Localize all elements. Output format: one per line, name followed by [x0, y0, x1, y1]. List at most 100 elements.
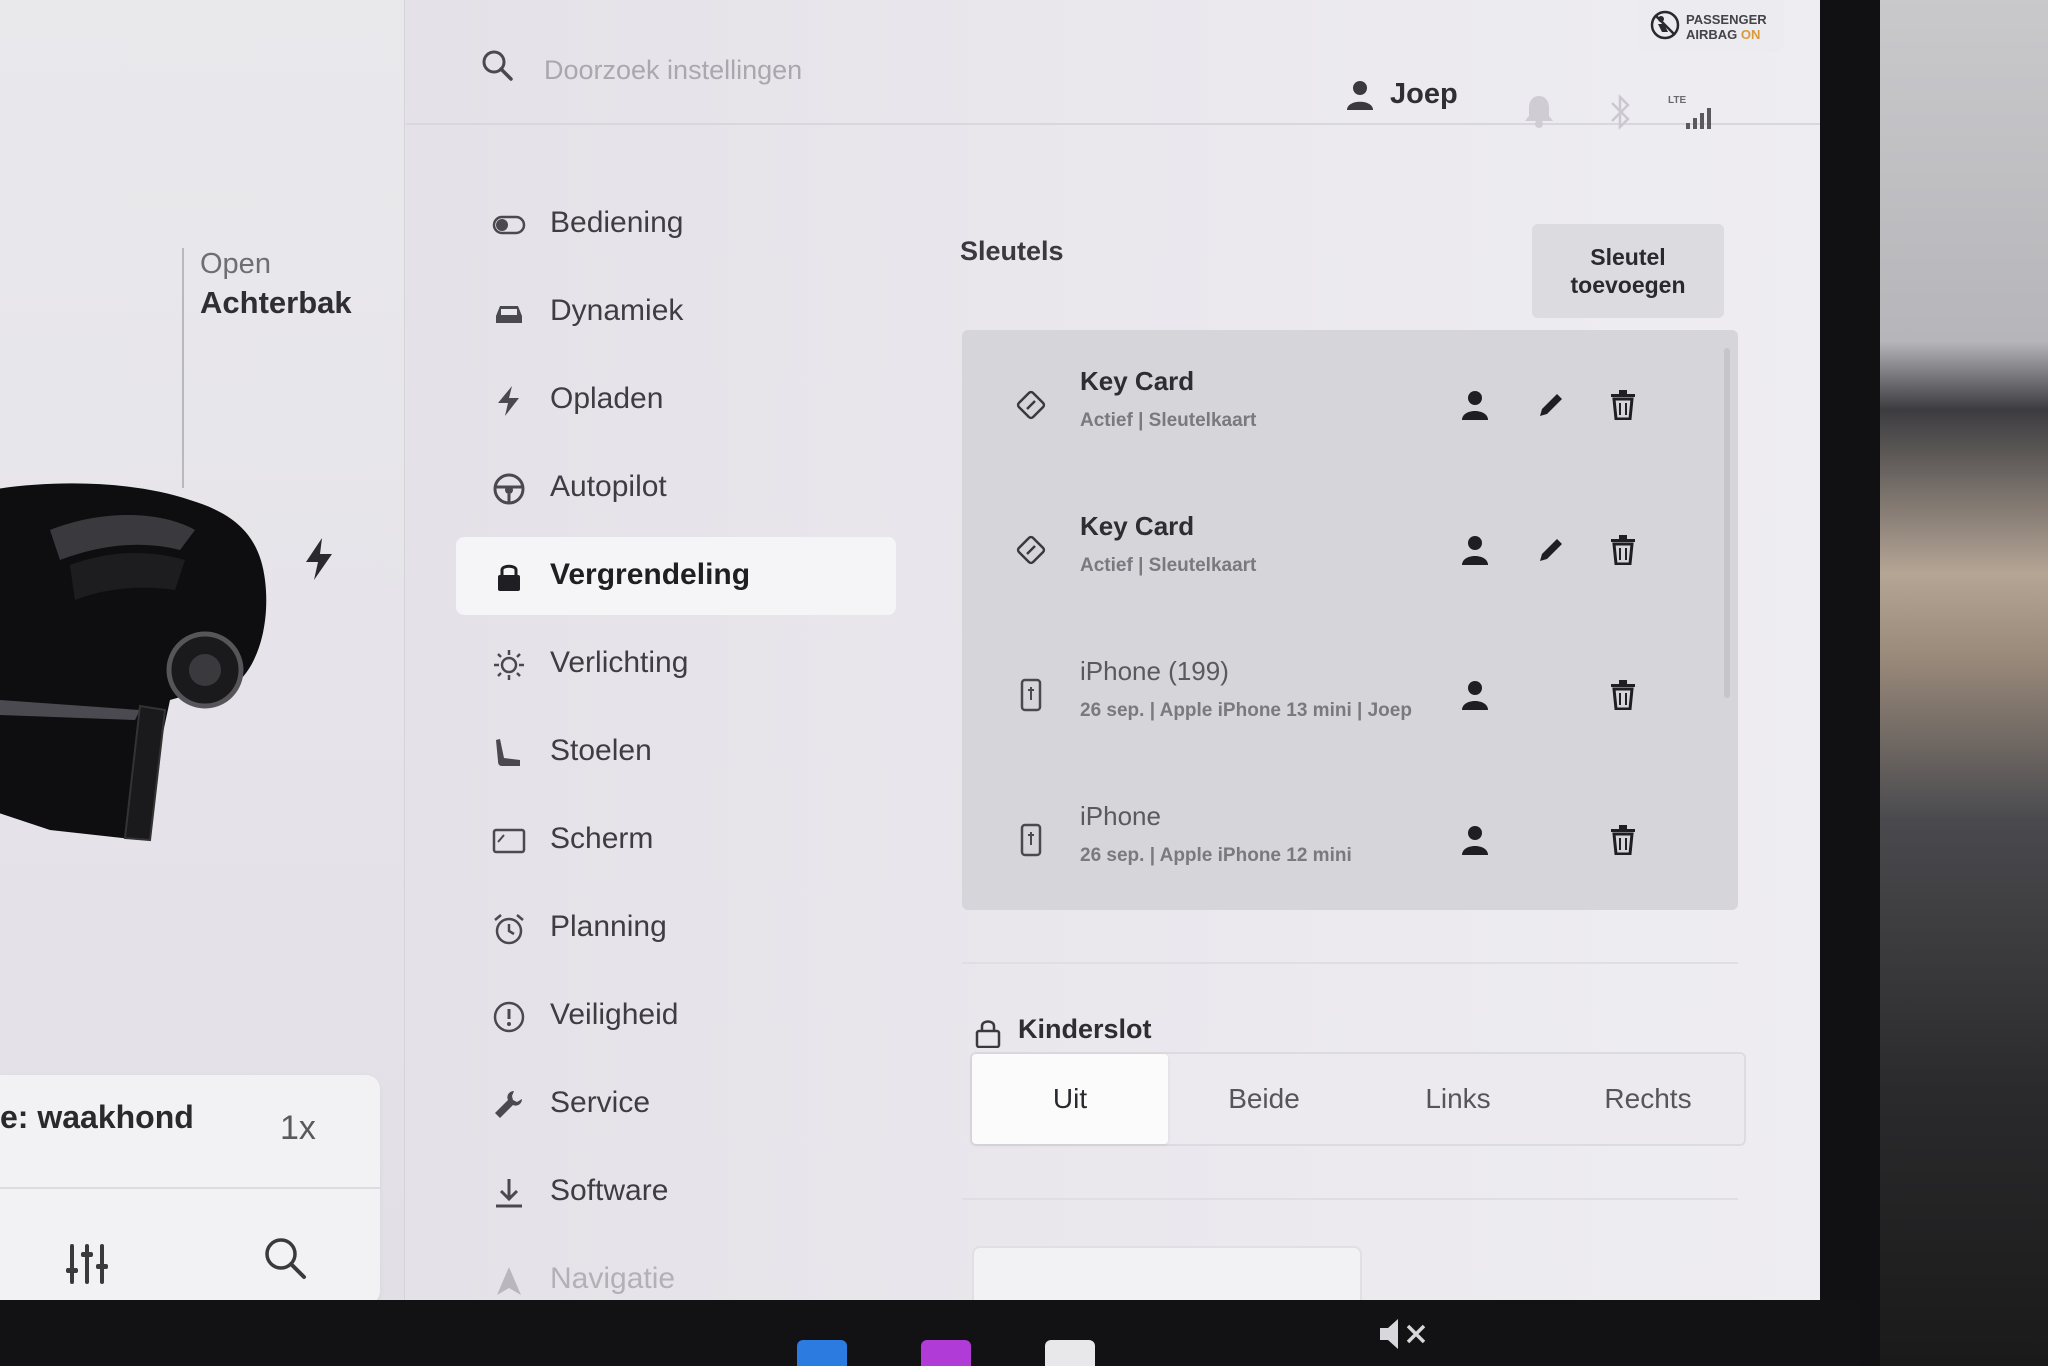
airbag-line-2: AIRBAG: [1686, 27, 1741, 42]
child-lock-option-uit[interactable]: Uit: [972, 1054, 1168, 1144]
nav-label: Planning: [550, 910, 667, 943]
nav-item-dynamiek[interactable]: Dynamiek: [456, 273, 896, 351]
next-setting-card[interactable]: [972, 1246, 1362, 1300]
nav-item-vergrendeling[interactable]: Vergrendeling: [456, 537, 896, 615]
search-icon: [482, 50, 513, 81]
media-player[interactable]: e: waakhond 1x: [0, 1075, 380, 1300]
media-search-icon[interactable]: [262, 1235, 308, 1281]
user-icon: [1347, 80, 1373, 110]
nav-label: Opladen: [550, 382, 664, 415]
key-name: Key Card: [1080, 511, 1195, 541]
settings-search-input[interactable]: [544, 48, 1044, 92]
dock-app-icon[interactable]: [1045, 1340, 1095, 1366]
equalizer-icon[interactable]: [64, 1240, 110, 1286]
keys-scrollbar[interactable]: [1724, 348, 1730, 698]
nav-item-stoelen[interactable]: Stoelen: [456, 713, 896, 791]
key-row[interactable]: Key Card Actief | Sleutelkaart: [962, 475, 1738, 620]
trash-icon[interactable]: [1610, 680, 1636, 710]
child-lock-option-links[interactable]: Links: [1360, 1054, 1556, 1144]
section-divider: [962, 1198, 1738, 1200]
child-lock-title: Kinderslot: [1018, 1014, 1152, 1044]
key-name: iPhone (199): [1080, 656, 1229, 686]
add-key-button[interactable]: Sleutel toevoegen: [1532, 224, 1724, 318]
nav-item-verlichting[interactable]: Verlichting: [456, 625, 896, 703]
bell-icon[interactable]: [1524, 94, 1554, 128]
key-card-icon: [1016, 535, 1046, 565]
alert-circle-icon: [493, 1001, 525, 1033]
nav-item-service[interactable]: Service: [456, 1065, 896, 1143]
settings-nav: Bediening Dynamiek Opladen Autopilot Ver…: [456, 185, 896, 1300]
key-subtitle: Actief | Sleutelkaart: [1080, 410, 1257, 431]
display-icon: [492, 828, 526, 854]
passenger-airbag-indicator: PASSENGER AIRBAG ON: [1638, 0, 1784, 52]
nav-item-scherm[interactable]: Scherm: [456, 801, 896, 879]
background-car-interior: [1860, 0, 2048, 1366]
nav-item-bediening[interactable]: Bediening: [456, 185, 896, 263]
settings-panel: Joep LTE: [406, 0, 1820, 1300]
key-subtitle: 26 sep. | Apple iPhone 12 mini: [1080, 845, 1352, 866]
key-row[interactable]: iPhone (199) 26 sep. | Apple iPhone 13 m…: [962, 620, 1738, 765]
key-row[interactable]: iPhone 26 sep. | Apple iPhone 12 mini: [962, 765, 1738, 910]
charging-bolt-icon: [306, 538, 332, 580]
screen-bezel: [1820, 0, 1880, 1366]
dock-app-icon[interactable]: [921, 1340, 971, 1366]
car-icon: [496, 306, 522, 323]
nav-label: Scherm: [550, 822, 654, 855]
user-icon[interactable]: [1462, 535, 1488, 565]
nav-label: Bediening: [550, 206, 684, 239]
user-profile-button[interactable]: Joep: [1346, 78, 1458, 111]
open-trunk-label-1: Open: [200, 248, 271, 280]
key-row[interactable]: Key Card Actief | Sleutelkaart: [962, 330, 1738, 475]
alarm-clock-icon: [494, 914, 524, 945]
key-name: Key Card: [1080, 366, 1195, 396]
airbag-text: PASSENGER AIRBAG ON: [1686, 12, 1767, 42]
nav-item-autopilot[interactable]: Autopilot: [456, 449, 896, 527]
nav-label: Autopilot: [550, 470, 667, 503]
nav-item-navigatie[interactable]: Navigatie: [456, 1241, 896, 1300]
trash-icon[interactable]: [1610, 825, 1636, 855]
airbag-line-1: PASSENGER: [1686, 12, 1767, 27]
edit-pencil-icon[interactable]: [1536, 535, 1566, 565]
lock-icon: [498, 564, 520, 591]
navigation-icon: [497, 1267, 521, 1295]
wrench-icon: [495, 1091, 522, 1118]
media-divider: [0, 1187, 380, 1189]
edit-pencil-icon[interactable]: [1536, 390, 1566, 420]
bolt-icon: [498, 386, 519, 416]
settings-topbar: Joep LTE: [406, 0, 1820, 130]
user-icon[interactable]: [1462, 825, 1488, 855]
playback-rate-button[interactable]: 1x: [280, 1109, 316, 1148]
key-subtitle: Actief | Sleutelkaart: [1080, 555, 1257, 576]
bluetooth-icon[interactable]: [1608, 94, 1632, 130]
key-name: iPhone: [1080, 801, 1161, 831]
key-card-icon: [1016, 390, 1046, 420]
child-lock-icon: [975, 1020, 1001, 1048]
volume-muted-icon[interactable]: [1376, 1316, 1436, 1352]
signal-bars-icon: [1686, 108, 1711, 129]
trash-icon[interactable]: [1610, 390, 1636, 420]
airbag-status: ON: [1740, 27, 1761, 42]
user-icon[interactable]: [1462, 390, 1488, 420]
child-lock-option-beide[interactable]: Beide: [1166, 1054, 1362, 1144]
section-divider: [962, 962, 1738, 964]
key-subtitle: 26 sep. | Apple iPhone 13 mini | Joep: [1080, 700, 1412, 721]
car-panel: Open Achterbak e: waakhond 1x: [0, 0, 405, 1300]
user-icon[interactable]: [1462, 680, 1488, 710]
nav-label: Dynamiek: [550, 294, 684, 327]
dock-app-icon[interactable]: [797, 1340, 847, 1366]
nav-item-veiligheid[interactable]: Veiligheid: [456, 977, 896, 1055]
trash-icon[interactable]: [1610, 535, 1636, 565]
nav-item-planning[interactable]: Planning: [456, 889, 896, 967]
keys-list: Key Card Actief | Sleutelkaart Key Card …: [962, 330, 1738, 910]
light-icon: [494, 650, 524, 680]
touchscreen: Open Achterbak e: waakhond 1x Doorzoek i…: [0, 0, 1820, 1300]
nav-item-software[interactable]: Software: [456, 1153, 896, 1231]
open-trunk-button[interactable]: Open Achterbak: [182, 248, 382, 488]
nav-item-opladen[interactable]: Opladen: [456, 361, 896, 439]
media-title: e: waakhond: [0, 1099, 194, 1135]
keys-section-title: Sleutels: [960, 236, 1064, 266]
nav-label: Navigatie: [550, 1262, 676, 1295]
child-lock-option-rechts[interactable]: Rechts: [1550, 1054, 1746, 1144]
nav-label: Stoelen: [550, 734, 652, 767]
cellular-status: LTE: [1668, 95, 1718, 129]
